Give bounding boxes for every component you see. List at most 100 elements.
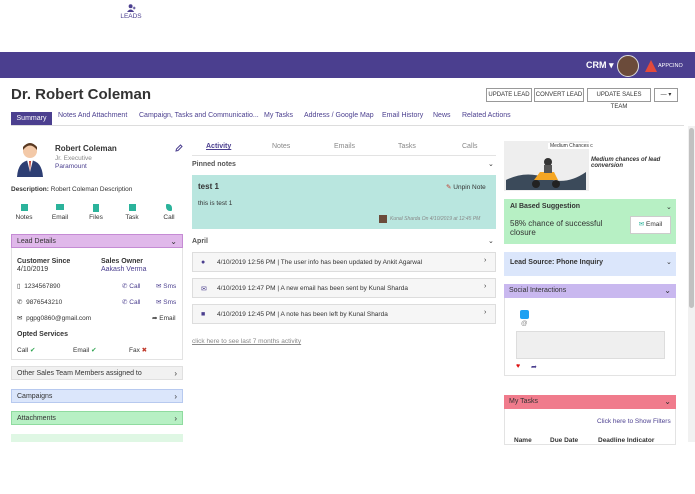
activity-item[interactable]: ✉ 4/10/2019 12:47 PM | A new email has b… — [192, 278, 496, 298]
activity-tab-notes[interactable]: Notes — [272, 143, 290, 150]
opted-call: Call ✔ — [17, 346, 35, 354]
sales-owner-value[interactable]: Aakash Verma — [101, 266, 147, 273]
pinned-note-meta: Kunal Sharda On 4/10/2019 at 12:45 PM — [390, 216, 481, 222]
sales-owner-label: Sales Owner — [101, 258, 144, 265]
quick-files[interactable]: Files — [86, 204, 106, 221]
crm-menu-label: CRM — [586, 60, 607, 70]
nav-dashboard[interactable]: DASHBOARD — [8, 0, 54, 26]
user-avatar[interactable] — [617, 55, 639, 77]
tasks-filter-link[interactable]: Click here to Show Filters — [597, 418, 671, 425]
convert-lead-button[interactable]: CONVERT LEAD — [534, 88, 584, 102]
phone2-sms-button[interactable]: ✉ Sms — [156, 298, 176, 306]
phone1-sms-button[interactable]: ✉ Sms — [156, 282, 176, 290]
activity-tab-activity[interactable]: Activity — [206, 143, 231, 150]
mail-icon: ✉ — [201, 286, 207, 293]
section-title: My Tasks — [509, 398, 539, 405]
crm-menu[interactable]: CRM ▾ — [586, 60, 614, 71]
unpin-note-button[interactable]: ✎ Unpin Note — [446, 183, 486, 191]
tasks-col-deadline: Deadline Indicator — [598, 437, 655, 444]
opted-name: Email — [73, 347, 90, 354]
more-activity-link[interactable]: click here to see last 7 months activity — [192, 338, 301, 345]
vertical-scrollbar[interactable] — [688, 126, 695, 442]
activity-tab-calls[interactable]: Calls — [462, 143, 478, 150]
social-handle: @ — [521, 320, 528, 327]
tab-campaign-tasks[interactable]: Campaign, Tasks and Communicatio... — [139, 112, 259, 119]
lead-details-card — [11, 234, 183, 360]
twitter-icon[interactable] — [520, 310, 529, 319]
check-icon: ✔ — [91, 347, 97, 354]
pinned-note-body: this is test 1 — [198, 200, 233, 207]
chevron-right-icon: › — [484, 257, 487, 264]
quick-call[interactable]: Call — [159, 204, 179, 221]
pin-icon: ✎ — [446, 184, 452, 191]
unpin-label: Unpin Note — [453, 184, 486, 191]
tab-email-history[interactable]: Email History — [382, 112, 423, 119]
opted-services-label: Opted Services — [17, 331, 68, 338]
author-avatar — [379, 215, 387, 223]
social-header[interactable]: Social Interactions ⌄ — [504, 284, 676, 298]
quick-notes[interactable]: Notes — [14, 204, 34, 221]
heart-icon[interactable]: ♥ — [516, 363, 520, 370]
phone1-call-button[interactable]: ✆ Call — [122, 282, 140, 290]
nav-customers[interactable]: CUSTOMERS — [58, 0, 104, 26]
section-other-sales-team[interactable]: Other Sales Team Members assigned to › — [11, 366, 183, 380]
opted-email: Email ✔ — [73, 346, 97, 354]
nav-label: LEADS — [120, 13, 142, 20]
ai-email-button[interactable]: ✉ Email — [630, 216, 671, 234]
nav-label: OPPORTUNITIES — [158, 13, 211, 20]
chevron-down-icon: ⌄ — [170, 237, 177, 246]
tab-news[interactable]: News — [433, 112, 451, 119]
update-lead-button[interactable]: UPDATE LEAD — [486, 88, 532, 102]
opted-name: Fax — [129, 347, 140, 354]
chevron-down-icon[interactable]: ⌄ — [666, 203, 672, 211]
profile-company[interactable]: Paramount — [55, 163, 87, 170]
section-attachments[interactable]: Attachments › — [11, 411, 183, 425]
scrollbar-thumb[interactable] — [689, 128, 694, 308]
note-icon: ■ — [201, 311, 206, 318]
cross-icon: ✖ — [141, 347, 148, 354]
chevron-down-icon[interactable]: ⌄ — [488, 160, 494, 168]
users-icon — [76, 4, 86, 12]
chevron-down-icon[interactable]: ⌄ — [488, 237, 494, 245]
tab-my-tasks[interactable]: My Tasks — [264, 112, 293, 119]
mail-icon: ✉ — [17, 315, 23, 322]
quick-task[interactable]: Task — [122, 204, 142, 221]
nav-opportunities[interactable]: OPPORTUNITIES — [158, 0, 211, 26]
phone2-call-button[interactable]: ✆ Call — [122, 298, 140, 306]
activity-item[interactable]: ■ 4/10/2019 12:45 PM | A note has been l… — [192, 304, 496, 324]
nav-label: DASHBOARD — [10, 13, 52, 20]
phone1-value: 1234567890 — [24, 283, 61, 290]
more-menu-button[interactable]: — ▾ — [654, 88, 678, 102]
profile-avatar — [17, 143, 43, 177]
chevron-right-icon: › — [484, 283, 487, 290]
section-campaigns[interactable]: Campaigns › — [11, 389, 183, 403]
sms-label: Sms — [163, 283, 177, 290]
chevron-right-icon: › — [174, 369, 177, 378]
tab-related-actions[interactable]: Related Actions — [462, 112, 511, 119]
scooter-illustration — [506, 158, 586, 190]
call-label: Call — [129, 299, 141, 306]
activity-item[interactable]: ● 4/10/2019 12:56 PM | The user info has… — [192, 252, 496, 272]
mail-icon: ✉ — [638, 221, 645, 228]
nav-leads[interactable]: LEADS — [108, 0, 154, 26]
edit-icon[interactable] — [175, 144, 183, 152]
update-sales-team-button[interactable]: UPDATE SALES TEAM — [587, 88, 651, 110]
share-icon[interactable]: ➦ — [531, 363, 537, 371]
pinned-note-title: test 1 — [198, 182, 219, 191]
section-title: Other Sales Team Members assigned to — [17, 370, 142, 377]
pinned-notes-label: Pinned notes — [192, 161, 236, 168]
tabs-divider — [11, 125, 684, 126]
mobile-icon: ▯ — [17, 283, 21, 290]
tasks-header[interactable]: My Tasks ⌄ — [504, 395, 676, 409]
opted-fax: Fax ✖ — [129, 346, 147, 354]
nav-proposals[interactable]: PROPOSALS — [214, 0, 260, 26]
tab-summary[interactable]: Summary — [11, 112, 52, 126]
lead-details-header[interactable]: Lead Details ⌄ — [11, 234, 183, 248]
chevron-right-icon: › — [484, 309, 487, 316]
activity-tab-emails[interactable]: Emails — [334, 143, 355, 150]
activity-tab-tasks[interactable]: Tasks — [398, 143, 416, 150]
tab-notes-attachment[interactable]: Notes And Attachment — [58, 112, 127, 119]
quick-email[interactable]: Email — [50, 204, 70, 221]
tab-address-map[interactable]: Address / Google Map — [304, 112, 374, 119]
email-action-button[interactable]: ➦ Email — [152, 314, 176, 322]
